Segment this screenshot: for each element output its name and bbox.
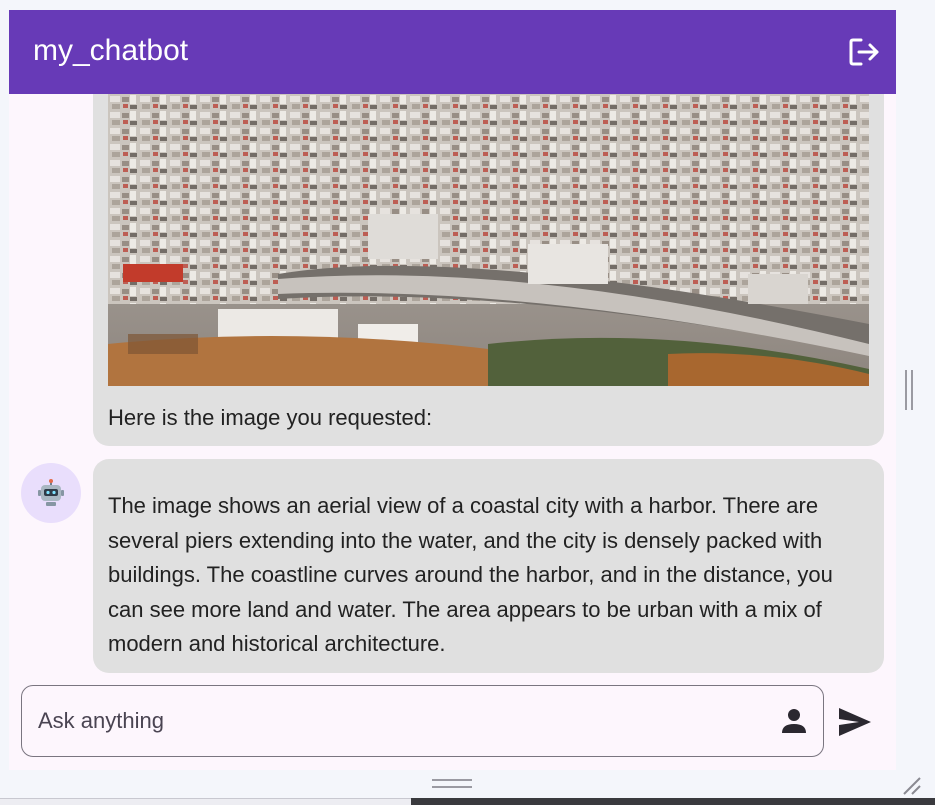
drag-handle[interactable]	[432, 779, 472, 791]
generated-city-image[interactable]	[108, 94, 869, 386]
logout-button[interactable]	[847, 36, 883, 68]
logout-icon	[849, 38, 879, 66]
chat-window: my_chatbot Here is the image you request…	[9, 10, 896, 770]
app-title: my_chatbot	[33, 34, 189, 67]
app-bar: my_chatbot	[9, 10, 896, 94]
bot-message-bubble: The image shows an aerial view of a coas…	[93, 459, 884, 673]
message-composer[interactable]	[21, 685, 824, 757]
bottom-panel	[0, 798, 411, 805]
resize-grip-icon[interactable]	[900, 774, 922, 796]
bot-avatar	[21, 463, 81, 523]
person-icon	[782, 709, 806, 733]
vertical-scrollbar[interactable]	[905, 370, 915, 410]
message-text: The image shows an aerial view of a coas…	[108, 493, 833, 656]
message-list[interactable]: Here is the image you requested: The ima…	[9, 74, 896, 770]
bottom-panel-dark	[411, 798, 935, 805]
send-button[interactable]	[835, 704, 875, 740]
bot-message-bubble: Here is the image you requested:	[93, 74, 884, 446]
send-icon	[839, 708, 871, 736]
robot-icon	[38, 479, 64, 506]
user-button[interactable]	[779, 706, 809, 736]
message-input[interactable]	[38, 706, 738, 736]
message-text: Here is the image you requested:	[108, 405, 433, 430]
